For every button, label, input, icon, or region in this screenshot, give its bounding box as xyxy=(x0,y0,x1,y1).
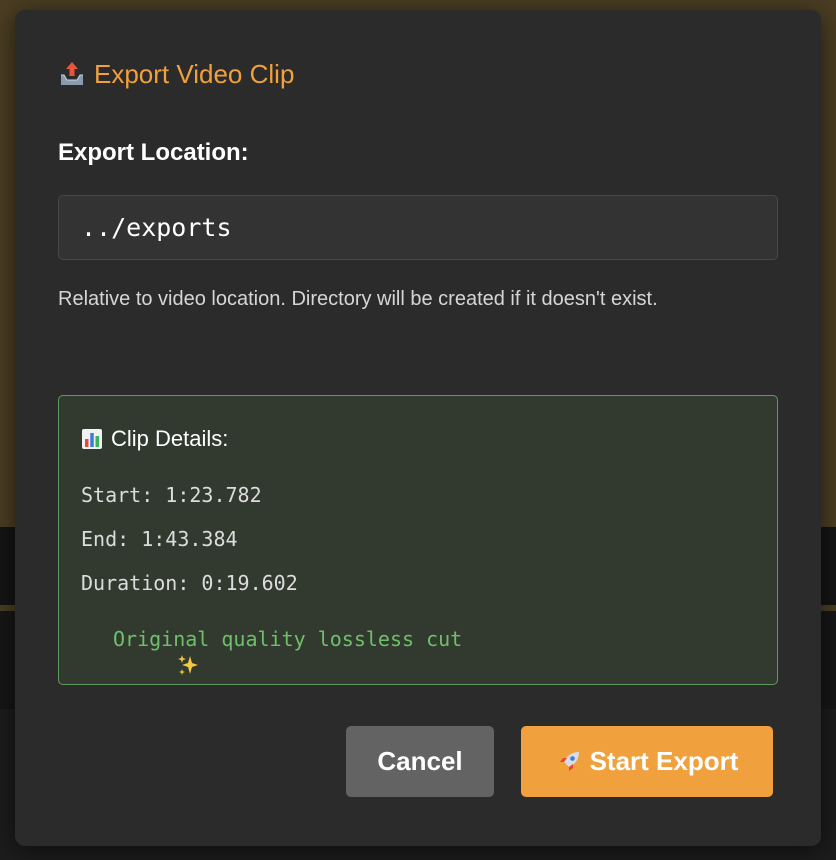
clip-end-time: End: 1:43.384 xyxy=(81,527,238,551)
export-location-input[interactable] xyxy=(58,195,778,260)
start-export-button-label: Start Export xyxy=(589,746,739,776)
export-location-help-text: Relative to video location. Directory wi… xyxy=(58,288,658,310)
dialog-title-text: Export Video Clip xyxy=(94,59,295,89)
start-export-button[interactable]: Start Export xyxy=(521,726,773,797)
dialog-title: Export Video Clip xyxy=(58,58,294,90)
export-dialog: Export Video Clip Export Location: Relat… xyxy=(15,10,821,846)
rocket-icon xyxy=(556,749,582,775)
clip-details-title-text: Clip Details: xyxy=(111,426,229,451)
sparkles-icon xyxy=(81,628,199,675)
outbox-tray-icon xyxy=(58,60,86,88)
clip-details-panel: Clip Details: Start: 1:23.782 End: 1:43.… xyxy=(58,395,778,685)
quality-note-text: Original quality lossless cut xyxy=(113,627,463,651)
bar-chart-icon xyxy=(81,428,103,450)
clip-details-title: Clip Details: xyxy=(81,425,228,453)
quality-note: Original quality lossless cut xyxy=(81,626,463,675)
cancel-button[interactable]: Cancel xyxy=(346,726,494,797)
clip-duration: Duration: 0:19.602 xyxy=(81,571,298,595)
clip-start-time: Start: 1:23.782 xyxy=(81,483,262,507)
cancel-button-label: Cancel xyxy=(377,746,463,776)
export-location-label: Export Location: xyxy=(58,139,249,166)
